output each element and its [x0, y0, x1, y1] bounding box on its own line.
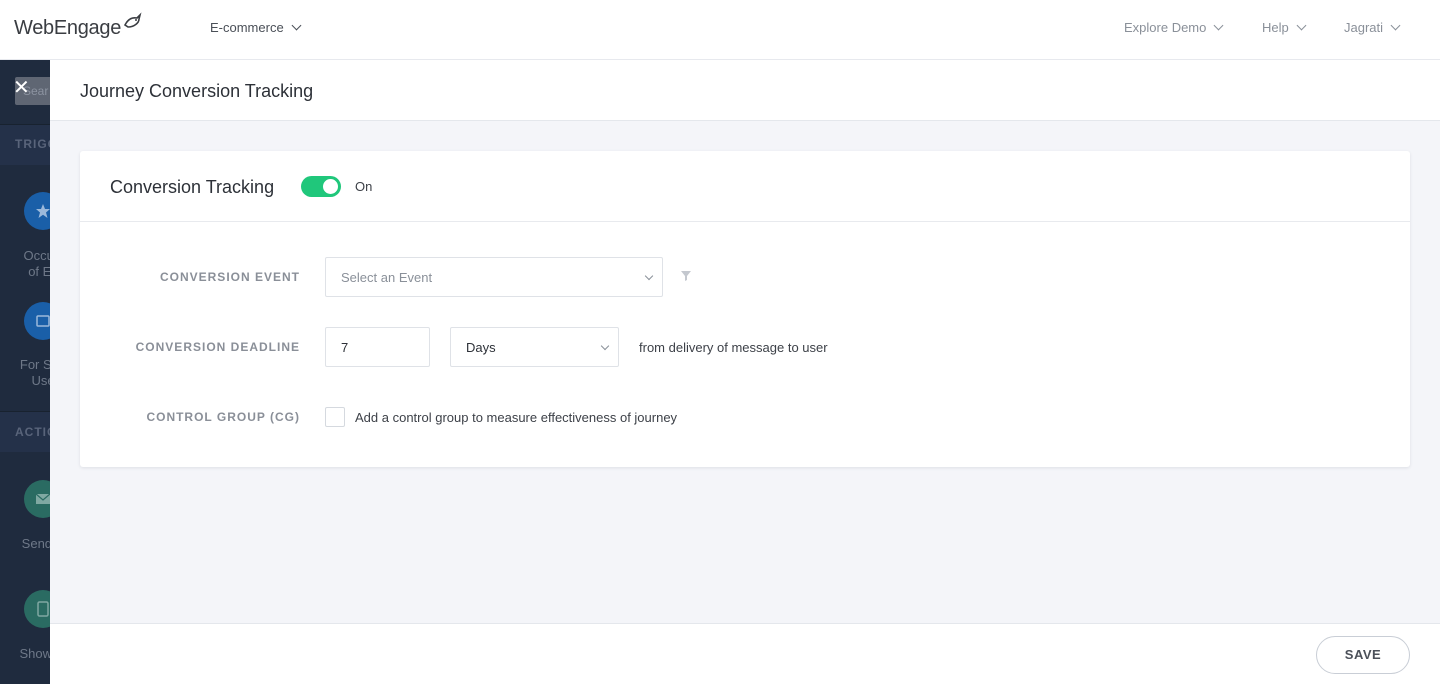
chevron-down-icon: [1213, 20, 1224, 31]
explore-demo-label: Explore Demo: [1124, 20, 1207, 35]
tablet-icon[interactable]: [24, 590, 50, 628]
conversion-deadline-input[interactable]: 7: [325, 327, 430, 367]
sidebar-item-label-line2: of Ev: [28, 264, 50, 279]
sidebar-item-send-email-label: Send E: [21, 536, 50, 551]
logo-text: WebEngage: [14, 16, 122, 39]
sidebar-item-label-line2: Use: [31, 373, 50, 388]
sidebar-item-specific-users-label: For Spe Use: [0, 357, 50, 389]
conversion-tracking-toggle[interactable]: [301, 176, 341, 197]
email-icon[interactable]: [24, 480, 50, 518]
card-header: Conversion Tracking On: [80, 151, 1410, 222]
user-name-label: Jagrati: [1344, 20, 1384, 35]
user-menu[interactable]: Jagrati: [1344, 20, 1401, 35]
chevron-down-icon: [1296, 20, 1307, 31]
logo-bird-icon: [123, 12, 142, 28]
actions-section-label: ACTIO: [15, 425, 50, 439]
journey-sidebar: Sear ✕ TRIGG Occurr of Ev For Spe Use AC…: [0, 60, 50, 684]
webengage-logo[interactable]: WebEngage: [14, 12, 142, 44]
page-title: Journey Conversion Tracking: [80, 81, 314, 101]
deadline-unit-value: Days: [466, 340, 496, 355]
chevron-down-icon: [291, 20, 302, 31]
csv-icon[interactable]: [24, 302, 50, 340]
conversion-event-select[interactable]: Select an Event: [325, 257, 663, 297]
control-group-checkbox[interactable]: [325, 407, 345, 427]
conversion-event-label: CONVERSION EVENT: [159, 270, 300, 284]
chevron-down-icon: [1390, 20, 1401, 31]
sidebar-item-label-line1: For Spe: [19, 357, 50, 372]
toggle-knob: [323, 179, 338, 194]
conversion-tracking-card: Conversion Tracking On CONVERSION EVENT …: [80, 151, 1410, 467]
explore-demo-menu[interactable]: Explore Demo: [1124, 20, 1224, 35]
control-group-label: CONTROL GROUP (CG): [146, 410, 300, 424]
conversion-tracking-panel: Journey Conversion Tracking Conversion T…: [50, 60, 1440, 684]
save-button[interactable]: SAVE: [1316, 636, 1410, 674]
help-label: Help: [1262, 20, 1289, 35]
control-group-text: Add a control group to measure effective…: [355, 410, 678, 425]
project-selector-label: E-commerce: [210, 20, 284, 35]
sidebar-item-occurrence-label: Occurr of Ev: [0, 248, 51, 280]
panel-header: Journey Conversion Tracking: [50, 60, 1440, 121]
toggle-state-label: On: [355, 179, 373, 194]
chevron-down-icon: [600, 341, 610, 351]
triggers-section-label: TRIGG: [15, 137, 50, 151]
sidebar-item-label-line1: Occurr: [23, 248, 51, 263]
deadline-unit-select[interactable]: Days: [450, 327, 619, 367]
conversion-deadline-label: CONVERSION DEADLINE: [135, 340, 300, 354]
filter-icon[interactable]: [680, 270, 692, 282]
project-selector[interactable]: E-commerce: [210, 20, 302, 35]
card-title: Conversion Tracking: [110, 177, 275, 197]
panel-footer: SAVE: [50, 623, 1440, 684]
close-icon[interactable]: ✕: [13, 78, 30, 98]
chevron-down-icon: [644, 271, 654, 281]
deadline-suffix-text: from delivery of message to user: [639, 340, 828, 355]
sidebar-item-show-inapp-label: Show In: [19, 646, 51, 661]
star-icon[interactable]: [24, 192, 50, 230]
help-menu[interactable]: Help: [1262, 20, 1307, 35]
top-navigation-bar: WebEngage E-commerce Explore Demo Help J…: [0, 0, 1440, 60]
conversion-event-placeholder: Select an Event: [341, 270, 433, 285]
